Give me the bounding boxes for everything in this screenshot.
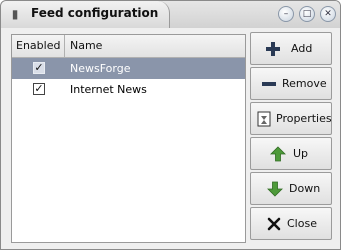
window-title: Feed configuration xyxy=(31,6,159,20)
window-menu-icon[interactable]: ▮ xyxy=(8,7,22,21)
add-button-label: Add xyxy=(291,42,313,55)
feed-configuration-window: ▮ Feed configuration – □ ✕ Enabled Name … xyxy=(0,0,341,250)
list-header: Enabled Name xyxy=(12,35,245,58)
up-button[interactable]: Up xyxy=(250,137,332,170)
enabled-checkbox[interactable]: ✓ xyxy=(33,83,45,95)
remove-button-label: Remove xyxy=(282,77,327,90)
list-row[interactable]: ✓ Internet News xyxy=(12,79,245,100)
feed-list[interactable]: Enabled Name ✓ NewsForge ✓ Internet News xyxy=(11,34,246,243)
column-header-name[interactable]: Name xyxy=(66,35,245,57)
down-button[interactable]: Down xyxy=(250,172,332,205)
arrow-up-icon xyxy=(270,146,286,162)
arrow-down-icon xyxy=(267,181,283,197)
down-button-label: Down xyxy=(289,182,321,195)
enabled-checkbox[interactable]: ✓ xyxy=(33,62,45,74)
properties-icon xyxy=(257,111,271,127)
minus-icon xyxy=(262,82,276,86)
close-icon[interactable]: ✕ xyxy=(320,6,336,22)
remove-button[interactable]: Remove xyxy=(250,67,332,100)
properties-button-label: Properties xyxy=(276,112,332,125)
maximize-icon[interactable]: □ xyxy=(299,6,315,22)
minimize-icon[interactable]: – xyxy=(278,6,294,22)
plus-icon xyxy=(266,42,280,56)
properties-button[interactable]: Properties xyxy=(250,102,332,135)
feed-name: NewsForge xyxy=(70,62,131,75)
list-row[interactable]: ✓ NewsForge xyxy=(12,58,245,79)
up-button-label: Up xyxy=(293,147,309,160)
add-button[interactable]: Add xyxy=(250,32,332,65)
column-header-enabled[interactable]: Enabled xyxy=(12,35,65,57)
x-icon xyxy=(267,217,281,231)
close-button[interactable]: Close xyxy=(250,207,332,240)
title-tab: ▮ Feed configuration xyxy=(1,1,170,28)
close-button-label: Close xyxy=(287,217,317,230)
title-bar[interactable]: ▮ Feed configuration – □ ✕ xyxy=(1,1,340,28)
feed-name: Internet News xyxy=(70,83,147,96)
